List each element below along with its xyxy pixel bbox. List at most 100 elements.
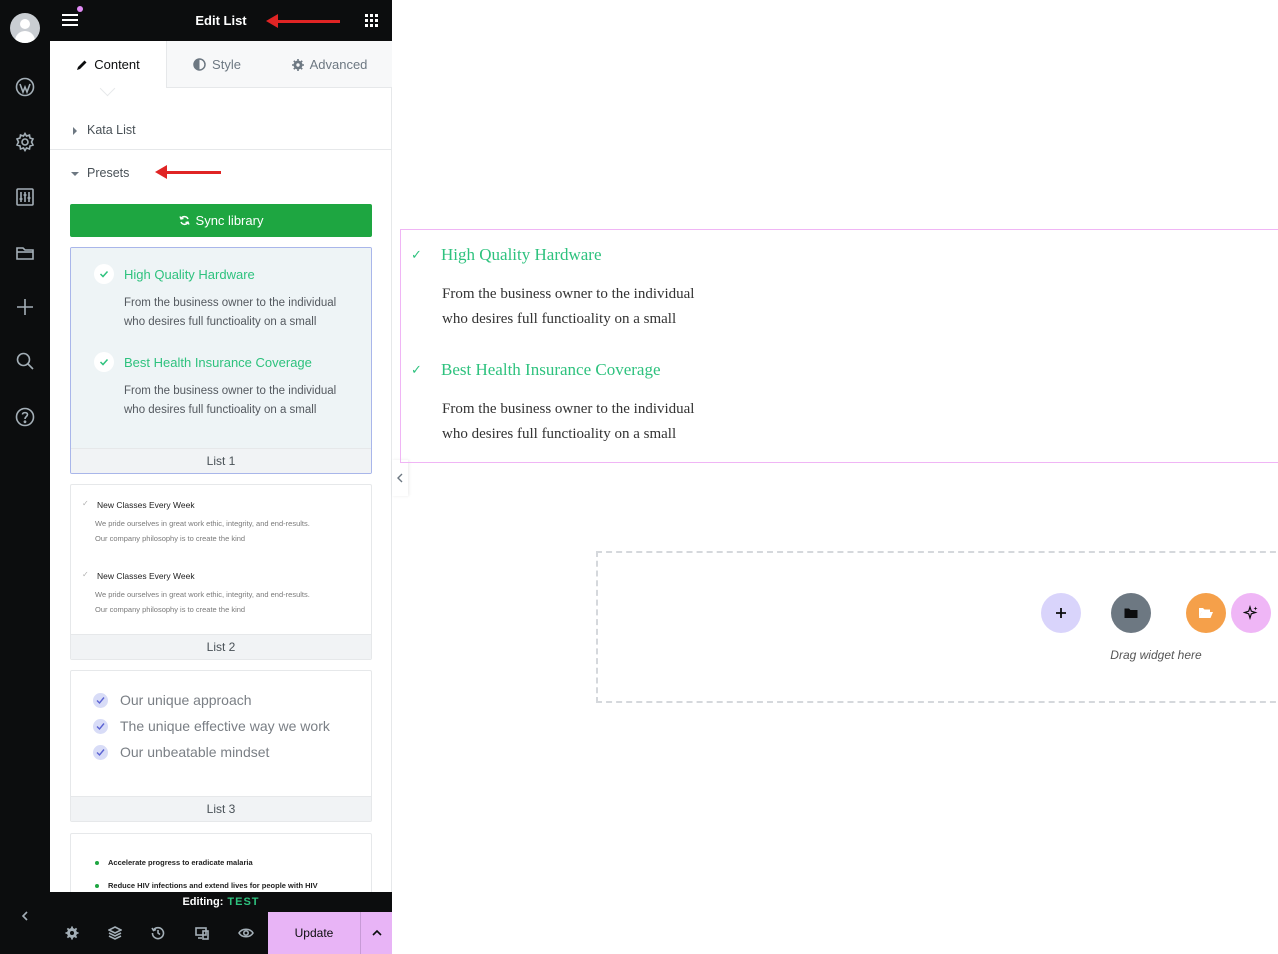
caret-right-icon [73, 127, 77, 135]
template-library-button[interactable] [1111, 593, 1151, 633]
editing-label: Editing: [182, 896, 224, 908]
preset-list-2[interactable]: ✓ New Classes Every Week We pride oursel… [70, 484, 372, 660]
preset-preview: High Quality Hardware From the business … [71, 248, 371, 448]
ai-generate-button[interactable] [1231, 593, 1271, 633]
check-circle-icon [93, 692, 108, 708]
collapse-rail-icon[interactable] [13, 904, 37, 928]
tab-style[interactable]: Style [167, 41, 267, 88]
open-folder-icon [1199, 608, 1213, 618]
list-item-desc: From the business owner to the individua… [442, 286, 695, 302]
gear-icon[interactable] [13, 130, 37, 154]
preset-list-1[interactable]: High Quality Hardware From the business … [70, 247, 372, 474]
panel-tabs: Content Style Advanced [50, 41, 392, 88]
chevron-up-icon [371, 929, 382, 936]
kit-library-button[interactable] [1186, 593, 1226, 633]
caret-down-icon [71, 172, 79, 176]
add-section-button[interactable] [1041, 593, 1081, 633]
section-presets[interactable]: Presets [50, 165, 392, 185]
drop-zone-hint: Drag widget here [1110, 648, 1202, 662]
section-label: Presets [87, 166, 130, 180]
preset-item-desc: From the business owner to the individua… [124, 297, 337, 309]
list-item-text: Reduce HIV infections and extend lives f… [108, 881, 318, 890]
panel-title: Edit List [195, 13, 247, 28]
preset-item-title: Best Health Insurance Coverage [124, 355, 312, 370]
notification-dot [77, 6, 83, 12]
list-item-text: Accelerate progress to eradicate malaria [108, 858, 253, 867]
editor-panel: Edit List Content Style Advanced Kata Li… [50, 0, 392, 954]
check-icon [94, 264, 114, 284]
help-icon[interactable] [13, 405, 37, 429]
list-item: Our unbeatable mindset [93, 744, 269, 760]
avatar[interactable] [10, 13, 40, 43]
admin-rail [0, 0, 50, 954]
list-item: Our unique approach [93, 692, 252, 708]
tab-advanced[interactable]: Advanced [267, 41, 392, 88]
preset-label: List 1 [71, 448, 371, 473]
check-icon: ✓ [411, 247, 422, 262]
chevron-left-icon [397, 473, 403, 483]
update-options-button[interactable] [360, 912, 392, 954]
folder-icon [1124, 608, 1138, 618]
check-circle-icon [93, 744, 108, 760]
history-icon[interactable] [147, 922, 169, 944]
check-icon: ✓ [82, 570, 89, 579]
check-circle-icon [93, 718, 108, 734]
panel-header: Edit List [50, 0, 392, 41]
check-icon [94, 352, 114, 372]
list-item-text: The unique effective way we work [120, 718, 330, 734]
section-label: Kata List [87, 123, 136, 137]
preset-item-desc: who desires full functioality on a small [124, 404, 317, 416]
list-widget[interactable]: ✓ High Quality Hardware From the busines… [400, 229, 1278, 463]
list-item-desc: who desires full functioality on a small [442, 426, 677, 442]
section-kata-list[interactable]: Kata List [50, 122, 392, 150]
bullet-icon [95, 860, 99, 865]
update-button[interactable]: Update [268, 912, 360, 954]
preset-item-desc: We pride ourselves in great work ethic, … [95, 519, 310, 528]
plus-icon [1056, 608, 1066, 618]
list-item: Accelerate progress to eradicate malaria [95, 858, 253, 867]
list-item-title: High Quality Hardware [441, 245, 602, 264]
annotation-arrow [155, 165, 221, 179]
settings-icon[interactable] [61, 922, 83, 944]
pencil-icon [77, 60, 87, 70]
drop-zone[interactable] [596, 551, 1278, 703]
responsive-icon[interactable] [191, 922, 213, 944]
preset-item-title: New Classes Every Week [97, 500, 195, 510]
editing-document: TEST [227, 896, 260, 908]
menu-icon[interactable] [62, 14, 78, 27]
tab-content[interactable]: Content [50, 41, 167, 88]
sparkle-icon [1243, 605, 1258, 621]
widgets-grid-icon[interactable] [365, 14, 378, 27]
sync-label: Sync library [195, 213, 264, 228]
collapse-panel-button[interactable] [392, 460, 408, 496]
preset-item-title: High Quality Hardware [124, 267, 255, 282]
check-icon: ✓ [411, 362, 422, 377]
list-item: The unique effective way we work [93, 718, 330, 734]
tab-label: Style [212, 57, 241, 72]
bullet-icon [95, 883, 99, 888]
half-circle-icon [193, 58, 206, 71]
editing-bar: Editing: TEST [50, 892, 392, 912]
layers-icon[interactable] [104, 922, 126, 944]
preset-item-desc: Our company philosophy is to create the … [95, 534, 246, 543]
list-item-text: Our unique approach [120, 692, 252, 708]
sync-library-button[interactable]: Sync library [70, 204, 372, 237]
preset-item-desc: Our company philosophy is to create the … [95, 605, 246, 614]
wordpress-icon[interactable] [13, 75, 37, 99]
preset-item-title: New Classes Every Week [97, 571, 195, 581]
search-icon[interactable] [13, 349, 37, 373]
preset-label: List 2 [71, 634, 371, 659]
preview-eye-icon[interactable] [235, 922, 257, 944]
folder-icon[interactable] [13, 241, 37, 265]
list-item-title: Best Health Insurance Coverage [441, 360, 661, 379]
list-item: Reduce HIV infections and extend lives f… [95, 881, 318, 890]
list-item-desc: From the business owner to the individua… [442, 401, 695, 417]
preset-list-3[interactable]: Our unique approach The unique effective… [70, 670, 372, 822]
gear-icon [291, 58, 304, 71]
sync-icon [178, 215, 190, 226]
plus-icon[interactable] [13, 295, 37, 319]
list-item-desc: who desires full functioality on a small [442, 311, 677, 327]
sliders-icon[interactable] [13, 185, 37, 209]
list-item-text: Our unbeatable mindset [120, 744, 270, 760]
preset-item-desc: From the business owner to the individua… [124, 385, 337, 397]
